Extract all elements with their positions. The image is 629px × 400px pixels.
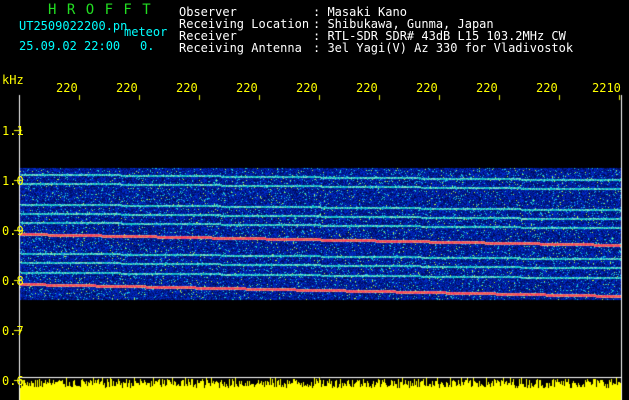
- x-tick-label: 220: [356, 81, 378, 95]
- x-tick-label: 220: [296, 81, 318, 95]
- y-tick-label: 1.0: [2, 174, 24, 188]
- y-tick-label: 0.6: [2, 374, 24, 388]
- antenna-label: Receiving Antenna: [179, 41, 302, 55]
- antenna-value: : 3el Yagi(V) Az 330 for Vladivostok: [313, 41, 574, 55]
- image-filename: UT2509022200.pn: [19, 19, 128, 33]
- x-tick-label: 220: [56, 81, 78, 95]
- y-tick-label: 0.8: [2, 274, 24, 288]
- hrofft-logo: H R O F F T: [48, 2, 152, 18]
- y-tick-label: 0.9: [2, 224, 24, 238]
- x-tick-label: 220: [416, 81, 438, 95]
- spectrogram-plot: [0, 0, 629, 400]
- hrofft-window: H R O F F T UT2509022200.pn meteor 25.09…: [0, 0, 629, 400]
- x-tick-label: 220: [236, 81, 258, 95]
- x-tick-label: 220: [536, 81, 558, 95]
- x-tick-label: 220: [116, 81, 138, 95]
- y-tick-label: 1.1: [2, 124, 24, 138]
- x-tick-label: 2210: [592, 81, 621, 95]
- meteor-count: 0.: [140, 39, 155, 53]
- y-axis-unit: kHz: [2, 73, 24, 87]
- x-tick-label: 220: [476, 81, 498, 95]
- y-tick-label: 0.7: [2, 324, 24, 338]
- observation-datetime: 25.09.02 22:00: [19, 39, 121, 53]
- meteor-label: meteor: [124, 25, 168, 39]
- x-tick-label: 220: [176, 81, 198, 95]
